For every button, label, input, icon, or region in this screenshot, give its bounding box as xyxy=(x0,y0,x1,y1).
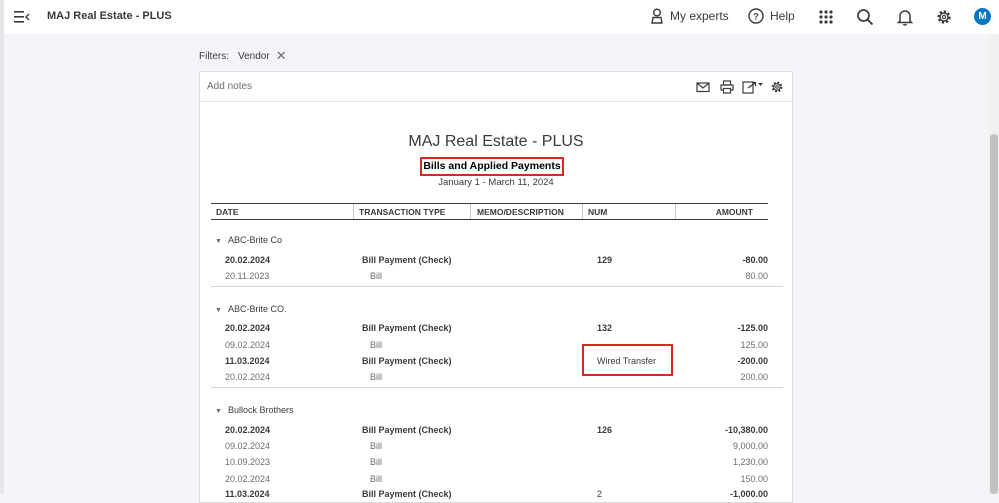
top-header: MAJ Real Estate - PLUS My experts ? Help xyxy=(4,0,999,34)
table-row[interactable]: 11.03.2024 Bill Payment (Check) Wired Tr… xyxy=(200,356,792,370)
export-icon[interactable] xyxy=(742,80,764,94)
table-row[interactable]: 20.02.2024 Bill 150.00 xyxy=(200,474,792,488)
scrollbar-thumb[interactable] xyxy=(990,134,998,494)
apps-grid-icon[interactable] xyxy=(817,8,835,26)
company-title: MAJ Real Estate - PLUS xyxy=(47,10,172,22)
filters-label: Filters: xyxy=(199,50,229,62)
table-row[interactable]: 11.03.2024 Bill Payment (Check) 2 -1,000… xyxy=(200,489,792,503)
user-avatar[interactable]: M xyxy=(974,8,991,25)
caret-down-icon[interactable]: ▼ xyxy=(215,307,222,314)
filters-bar: Filters: Vendor ✕ xyxy=(199,48,287,64)
report-title-highlight: Bills and Applied Payments xyxy=(420,157,564,176)
email-icon[interactable] xyxy=(696,80,710,94)
col-memo[interactable]: MEMO/DESCRIPTION xyxy=(477,207,564,217)
table-row[interactable]: 10.09.2023 Bill 1,230.00 xyxy=(200,457,792,471)
my-experts-button[interactable]: My experts xyxy=(650,8,729,24)
settings-gear-icon[interactable] xyxy=(770,80,784,94)
report-company: MAJ Real Estate - PLUS xyxy=(408,133,584,150)
group-divider xyxy=(211,387,783,388)
table-row[interactable]: 20.11.2023 Bill 80.00 xyxy=(200,271,792,285)
notes-toolbar: Add notes xyxy=(200,72,792,102)
gear-icon[interactable] xyxy=(935,8,953,26)
group-divider xyxy=(211,286,783,287)
vendor-group-header[interactable]: ▼ ABC-Brite Co xyxy=(215,235,282,245)
table-row[interactable]: 20.02.2024 Bill 200.00 xyxy=(200,372,792,386)
col-separator xyxy=(582,204,583,219)
report-panel: Add notes MAJ Real Estate - PLUS Bills a… xyxy=(199,71,793,503)
wired-transfer-highlight xyxy=(582,344,673,376)
help-icon: ? xyxy=(748,8,764,24)
header-rule-top xyxy=(211,203,768,204)
vendor-filter-chip[interactable]: Vendor xyxy=(238,51,270,62)
col-separator xyxy=(470,204,471,219)
caret-down-icon[interactable]: ▼ xyxy=(215,238,222,245)
table-row[interactable]: 09.02.2024 Bill 125.00 xyxy=(200,340,792,354)
col-amount[interactable]: AMOUNT xyxy=(716,207,753,217)
header-rule-bottom xyxy=(211,219,768,220)
print-icon[interactable] xyxy=(720,80,734,94)
left-edge xyxy=(0,0,4,494)
table-row[interactable]: 20.02.2024 Bill Payment (Check) 132 -125… xyxy=(200,323,792,337)
table-row[interactable]: 09.02.2024 Bill 9,000.00 xyxy=(200,441,792,455)
my-experts-label: My experts xyxy=(670,9,729,23)
help-button[interactable]: ? Help xyxy=(748,8,795,24)
caret-down-icon[interactable]: ▼ xyxy=(215,408,222,415)
svg-text:?: ? xyxy=(753,12,759,22)
vendor-group-header[interactable]: ▼ ABC-Brite CO. xyxy=(215,304,286,314)
col-num[interactable]: NUM xyxy=(588,207,607,217)
table-row[interactable]: 20.02.2024 Bill Payment (Check) 126 -10,… xyxy=(200,425,792,439)
help-label: Help xyxy=(770,9,795,23)
col-date[interactable]: DATE xyxy=(216,207,239,217)
person-icon xyxy=(651,8,663,24)
menu-collapse-icon[interactable] xyxy=(14,10,30,24)
bell-icon[interactable] xyxy=(896,8,914,26)
table-row[interactable]: 20.02.2024 Bill Payment (Check) 129 -80.… xyxy=(200,255,792,269)
add-notes-button[interactable]: Add notes xyxy=(207,81,252,92)
close-icon[interactable]: ✕ xyxy=(276,48,287,64)
report-title: Bills and Applied Payments xyxy=(423,160,561,172)
col-separator xyxy=(675,204,676,219)
report-period: January 1 - March 11, 2024 xyxy=(438,177,554,188)
col-transaction-type[interactable]: TRANSACTION TYPE xyxy=(359,207,445,217)
col-separator xyxy=(353,204,354,219)
vendor-group-header[interactable]: ▼ Bullock Brothers xyxy=(215,405,293,415)
search-icon[interactable] xyxy=(856,8,874,26)
